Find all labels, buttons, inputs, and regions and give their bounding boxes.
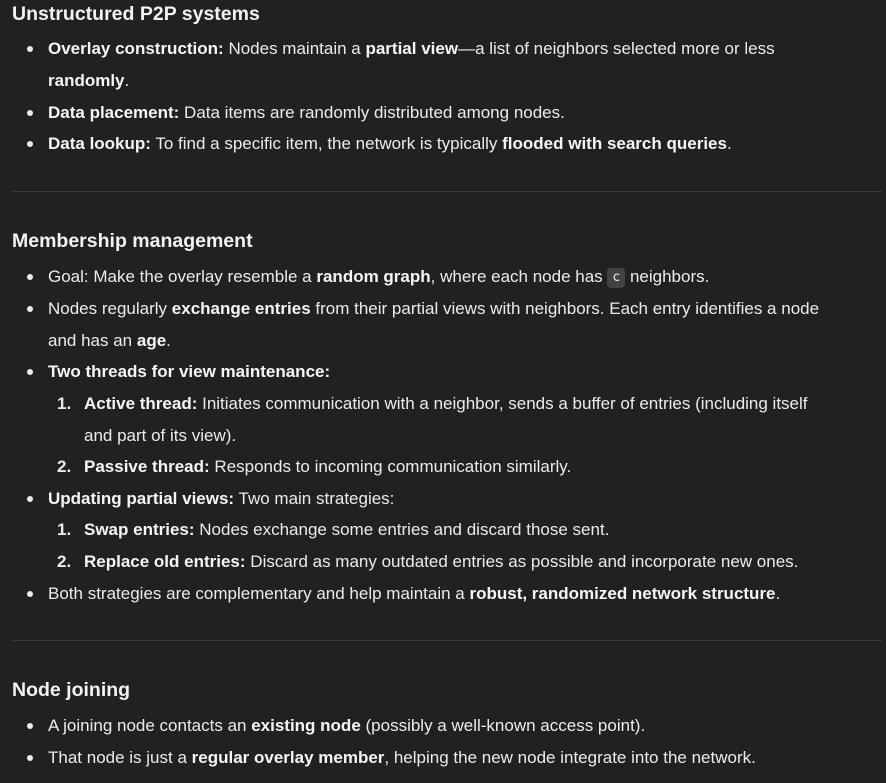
- list-item-data-lookup: Data lookup: To find a specific item, th…: [27, 128, 868, 160]
- item-text: from their partial views with neighbors.…: [310, 299, 820, 318]
- list-item-replace-old: 2. Replace old entries: Discard as many …: [57, 546, 874, 578]
- item-text: and has an: [48, 330, 137, 350]
- list-item-active-thread: 1. Active thread: Initiates communicatio…: [57, 388, 874, 451]
- item-emphasis: robust, randomized network structure: [469, 584, 776, 603]
- item-text: To find a specific item, the network is …: [150, 134, 503, 153]
- section-divider: [12, 640, 881, 641]
- list-item-updating-views: Updating partial views: Two main strateg…: [27, 483, 868, 515]
- list-item-two-threads: Two threads for view maintenance:: [27, 356, 868, 388]
- item-emphasis: age: [136, 330, 167, 350]
- item-text: That node is just a: [48, 748, 192, 767]
- section-title-membership: Membership management: [12, 230, 253, 252]
- item-text: neighbors.: [625, 267, 710, 286]
- item-text: .: [775, 584, 781, 603]
- item-label: Data placement:: [48, 103, 180, 122]
- item-text: Two main strategies:: [234, 489, 395, 508]
- item-emphasis: existing node: [251, 716, 361, 735]
- item-text: (possibly a well-known access point).: [360, 716, 646, 735]
- item-emphasis: exchange entries: [171, 299, 311, 318]
- item-emphasis: random graph: [316, 267, 431, 286]
- item-label: Updating partial views:: [48, 489, 235, 508]
- item-label: Data lookup:: [48, 134, 151, 153]
- list-item-passive-thread: 2. Passive thread: Responds to incoming …: [57, 451, 874, 483]
- item-text: Nodes exchange some entries and discard …: [194, 520, 610, 539]
- list-item-data-placement: Data placement: Data items are randomly …: [27, 97, 868, 129]
- list-item-joining-node: A joining node contacts an existing node…: [27, 710, 868, 742]
- item-text: A joining node contacts an: [48, 716, 252, 735]
- item-emphasis: partial view: [365, 39, 459, 58]
- section-title-node-joining: Node joining: [12, 679, 131, 701]
- item-text: Discard as many outdated entries as poss…: [245, 552, 799, 571]
- item-text: Both strategies are complementary and he…: [48, 584, 470, 603]
- item-text: and part of its view).: [84, 425, 237, 445]
- item-text: , helping the new node integrate into th…: [384, 748, 756, 767]
- item-label: Swap entries:: [84, 520, 195, 539]
- item-label: Overlay construction:: [48, 39, 224, 58]
- item-label: Passive thread:: [84, 457, 210, 476]
- item-text: , where each node has: [430, 267, 608, 286]
- item-label: Replace old entries:: [84, 552, 246, 571]
- list-item-both-strategies: Both strategies are complementary and he…: [27, 578, 868, 610]
- item-label: Two threads for view maintenance:: [48, 362, 331, 381]
- list-item-regular-member: That node is just a regular overlay memb…: [27, 742, 868, 774]
- list-item-overlay-construction: Overlay construction: Nodes maintain a p…: [27, 33, 868, 96]
- inline-code: c: [607, 268, 626, 288]
- item-text: Nodes regularly: [48, 299, 172, 318]
- item-text: Goal: Make the overlay resemble a: [48, 267, 317, 286]
- item-emphasis: regular overlay member: [191, 748, 385, 767]
- section-divider: [12, 191, 881, 192]
- item-text: .: [726, 134, 732, 153]
- item-text: —a list of neighbors selected more or le…: [458, 39, 775, 58]
- item-text: Initiates communication with a neighbor,…: [197, 394, 808, 413]
- list-item-swap-entries: 1. Swap entries: Nodes exchange some ent…: [57, 514, 874, 546]
- item-number: 1.: [57, 520, 72, 539]
- item-number: 1.: [57, 394, 72, 413]
- item-text: .: [166, 330, 171, 350]
- list-item-goal: Goal: Make the overlay resemble a random…: [27, 261, 868, 293]
- section-title-unstructured: Unstructured P2P systems: [12, 3, 260, 25]
- list-item-exchange-entries: Nodes regularly exchange entries from th…: [27, 293, 868, 356]
- item-label: Active thread:: [84, 394, 198, 413]
- item-text: Responds to incoming communication simil…: [209, 457, 572, 476]
- item-text: .: [124, 70, 130, 90]
- item-number: 2.: [57, 457, 72, 476]
- item-number: 2.: [57, 552, 72, 571]
- item-text: Data items are randomly distributed amon…: [179, 103, 565, 122]
- item-text: Nodes maintain a: [223, 39, 366, 58]
- item-emphasis: randomly: [48, 70, 125, 90]
- item-emphasis: flooded with search queries: [502, 134, 727, 153]
